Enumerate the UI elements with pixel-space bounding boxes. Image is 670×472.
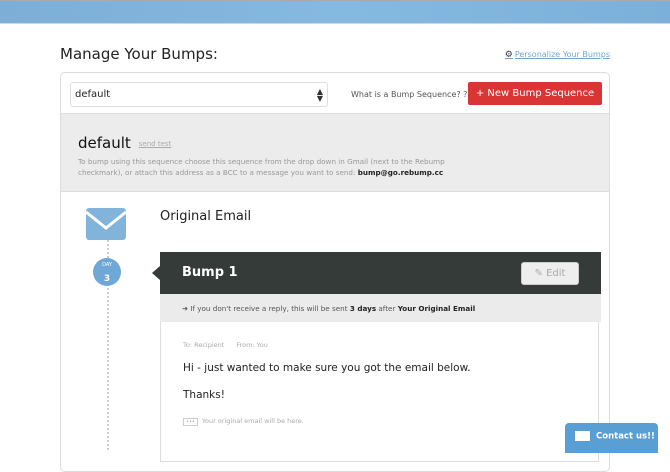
selected-value: default	[75, 89, 111, 100]
help-icon: ?	[463, 90, 468, 99]
select-arrows-icon: ▲ ▼	[316, 87, 323, 103]
ellipsis-icon: •••	[183, 418, 198, 426]
sequence-description: To bump using this sequence choose this …	[78, 156, 478, 178]
personalize-link[interactable]: ⚙ Personalize Your Bumps	[505, 50, 610, 60]
bump-title: Bump 1	[182, 265, 238, 280]
sequence-info: default send test To bump using this sequ…	[61, 113, 609, 192]
day-number: 3	[103, 274, 111, 284]
what-is-label: What is a Bump Sequence?	[351, 90, 461, 99]
top-banner	[0, 0, 670, 24]
email-meta: To: Recipient From: You	[183, 341, 280, 349]
info-prefix: If you don't receive a reply, this will …	[190, 304, 348, 313]
from-field: From: You	[236, 341, 268, 349]
bump-header: Bump 1 ✎ Edit	[152, 252, 601, 294]
what-is-bump-sequence-link[interactable]: What is a Bump Sequence? ?	[351, 90, 467, 99]
sequence-name: default send test	[78, 134, 171, 152]
edit-label: Edit	[546, 268, 566, 279]
contact-label: Contact us!!	[596, 431, 655, 442]
original-note-text: Your original email will be here.	[201, 417, 304, 425]
edit-icon: ✎	[534, 268, 543, 279]
envelope-icon	[85, 208, 127, 240]
bcc-address: bump@go.rebump.cc	[357, 168, 444, 177]
info-mid: after	[378, 304, 396, 313]
bump-schedule-info: ➜ If you don't receive a reply, this wil…	[160, 294, 601, 322]
original-email-heading: Original Email	[160, 209, 252, 224]
arrow-icon: ➜	[182, 304, 189, 313]
sequence-select[interactable]: default ▲ ▼	[70, 82, 328, 107]
send-test-link[interactable]: send test	[139, 140, 172, 148]
day-badge: DAY 3	[93, 258, 121, 286]
email-line-2: Thanks!	[183, 389, 225, 401]
email-line-1: Hi - just wanted to make sure you got th…	[183, 362, 471, 374]
day-label: DAY	[102, 262, 112, 268]
page-title: Manage Your Bumps:	[60, 45, 218, 63]
edit-button[interactable]: ✎ Edit	[521, 262, 579, 285]
bump-body: To: Recipient From: You Hi - just wanted …	[160, 322, 599, 462]
personalize-link-label[interactable]: Personalize Your Bumps	[515, 50, 610, 59]
mail-icon	[575, 431, 590, 441]
new-bump-sequence-button[interactable]: + New Bump Sequence	[468, 82, 602, 105]
original-email-note: ••• Your original email will be here.	[183, 417, 304, 426]
info-days: 3 days	[349, 304, 377, 313]
gear-icon: ⚙	[504, 50, 513, 60]
to-field: To: Recipient	[183, 341, 225, 349]
contact-us-button[interactable]: Contact us!!	[565, 423, 658, 453]
sequence-name-text: default	[78, 134, 131, 152]
info-target: Your Original Email	[397, 304, 476, 313]
